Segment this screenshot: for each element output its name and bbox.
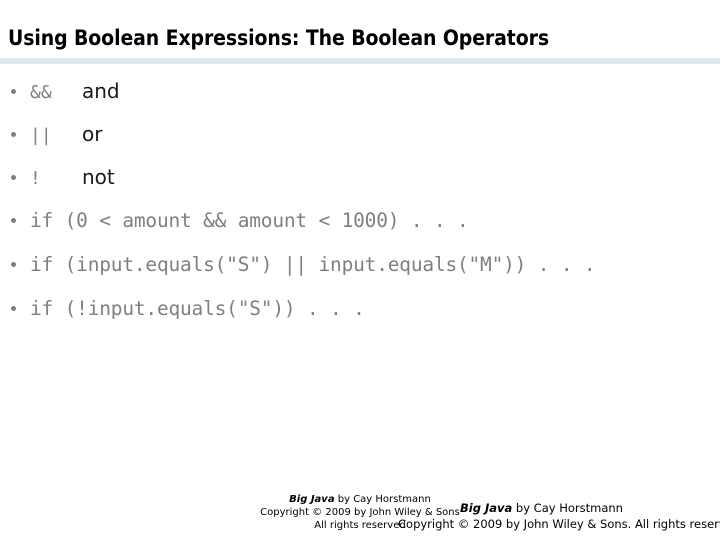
code-list-item: if (input.equals("S") || input.equals("M… — [0, 243, 720, 287]
title-divider — [0, 58, 720, 64]
footer-copyright-line: Copyright © 2009 by John Wiley & Sons. A… — [398, 517, 720, 531]
footer-book-line: Big Java by Cay Horstmann — [398, 500, 720, 516]
bullet-icon — [11, 175, 16, 180]
page-title: Using Boolean Expressions: The Boolean O… — [8, 26, 549, 50]
code-list-item: if (0 < amount && amount < 1000) . . . — [0, 199, 720, 243]
bullet-icon — [11, 262, 16, 267]
book-title: Big Java — [289, 494, 335, 505]
operator-symbol: ! — [30, 168, 41, 189]
bullet-icon — [11, 89, 16, 94]
operator-symbol: && — [30, 82, 52, 103]
list-item: || or — [0, 113, 720, 156]
book-title: Big Java — [460, 501, 513, 515]
operator-meaning: not — [82, 165, 115, 189]
code-snippet: if (!input.equals("S")) . . . — [30, 297, 365, 320]
list-item: && and — [0, 70, 720, 113]
code-snippet: if (0 < amount && amount < 1000) . . . — [30, 209, 469, 232]
operator-symbol: || — [30, 125, 52, 146]
bullet-icon — [11, 132, 16, 137]
bullet-list: && and || or ! not if (0 < amount && amount… — [0, 70, 720, 331]
list-item: ! not — [0, 156, 720, 199]
code-snippet: if (input.equals("S") || input.equals("M… — [30, 253, 596, 276]
code-list-item: if (!input.equals("S")) . . . — [0, 287, 720, 331]
operator-meaning: and — [82, 79, 120, 103]
operator-meaning: or — [82, 122, 103, 146]
footer-attribution-secondary: Big Java by Cay Horstmann Copyright © 20… — [398, 500, 720, 532]
book-byline: by Cay Horstmann — [512, 501, 623, 515]
bullet-icon — [11, 218, 16, 223]
bullet-icon — [11, 306, 16, 311]
